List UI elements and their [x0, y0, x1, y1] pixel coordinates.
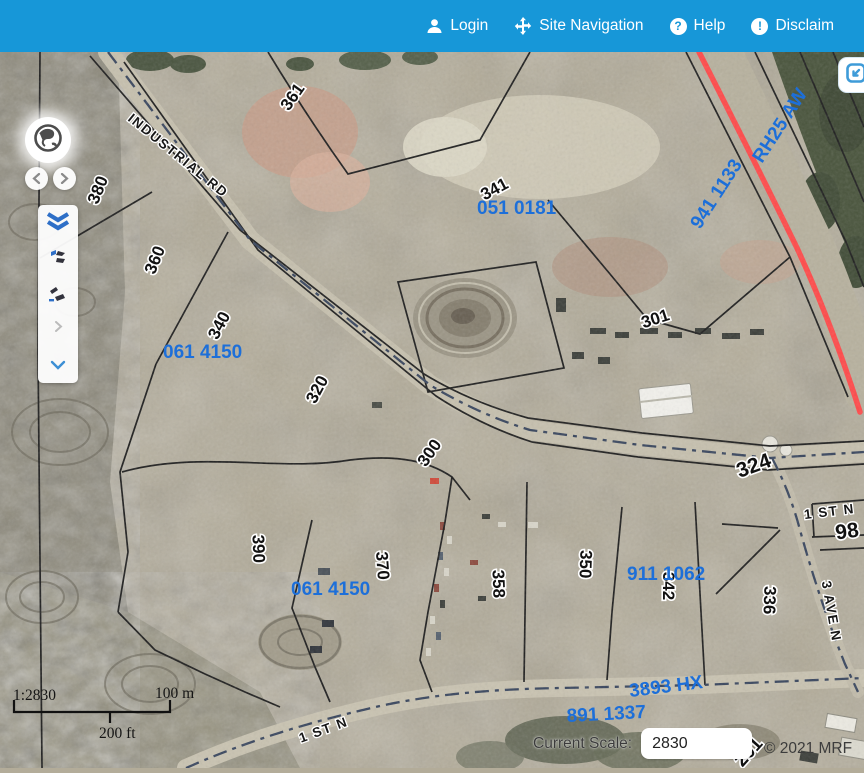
help-button[interactable]: ? Help: [670, 17, 726, 35]
site-navigation-button[interactable]: Site Navigation: [514, 17, 643, 35]
move-icon: [514, 17, 532, 35]
gis-viewer-app: { "header": { "nav": [ {"label": "Login"…: [0, 0, 864, 768]
user-icon: [426, 18, 443, 34]
title-label-0614150-b: 061 4150: [291, 579, 370, 600]
parcel-label-98: 98: [834, 519, 861, 545]
collapse-layers-icon[interactable]: [45, 211, 71, 238]
login-label: Login: [450, 17, 488, 35]
map-canvas: 361 380 360 340 320 300 341 301 390 370 …: [0, 52, 864, 768]
measure-tool-icon[interactable]: [47, 283, 69, 310]
login-button[interactable]: Login: [426, 17, 488, 35]
scale-imperial-text: 200 ft: [99, 725, 136, 742]
scale-ratio-text: 1:2830: [13, 687, 56, 704]
title-label-9111062: 911 1062: [627, 564, 705, 585]
current-scale-control: Current Scale:: [533, 728, 752, 759]
title-label-0614150-a: 061 4150: [163, 342, 242, 363]
disclaim-label: Disclaim: [775, 17, 834, 35]
map-toolbar-panel: [38, 205, 78, 383]
next-extent-button[interactable]: [53, 167, 76, 190]
copyright-text: © 2021 MRF: [764, 740, 852, 757]
chevron-right-icon: [60, 171, 69, 187]
disclaim-button[interactable]: ! Disclaim: [751, 17, 834, 35]
parcel-label-350: 350: [576, 550, 596, 579]
fullscreen-toggle-button[interactable]: [838, 57, 864, 93]
globe-icon: [32, 122, 64, 159]
current-scale-input[interactable]: [641, 728, 752, 759]
more-tools-chevron-icon[interactable]: [54, 319, 63, 337]
parcel-label-336: 336: [760, 586, 780, 615]
current-scale-label: Current Scale:: [533, 735, 632, 753]
collapse-arrow-icon: [845, 62, 864, 89]
title-label-0510181: 051 0181: [477, 198, 557, 219]
previous-extent-button[interactable]: [25, 167, 48, 190]
question-icon: ?: [670, 18, 687, 35]
site-navigation-label: Site Navigation: [539, 17, 643, 35]
parcel-label-358: 358: [489, 569, 509, 598]
exclamation-icon: !: [751, 18, 768, 35]
parcel-label-390: 390: [249, 534, 269, 563]
help-label: Help: [694, 17, 726, 35]
scale-metric-text: 100 m: [155, 685, 194, 702]
panel-scroll-down-icon[interactable]: [50, 357, 66, 375]
home-extent-button[interactable]: [25, 117, 71, 163]
map-viewport[interactable]: 361 380 360 340 320 300 341 301 390 370 …: [0, 52, 864, 768]
draw-tool-icon[interactable]: [47, 247, 69, 274]
top-nav-bar: Login Site Navigation ? Help ! Disclaim: [0, 0, 864, 52]
title-label-8911337: 891 1337: [566, 702, 646, 727]
parcel-label-370: 370: [372, 551, 393, 581]
chevron-left-icon: [32, 171, 41, 187]
